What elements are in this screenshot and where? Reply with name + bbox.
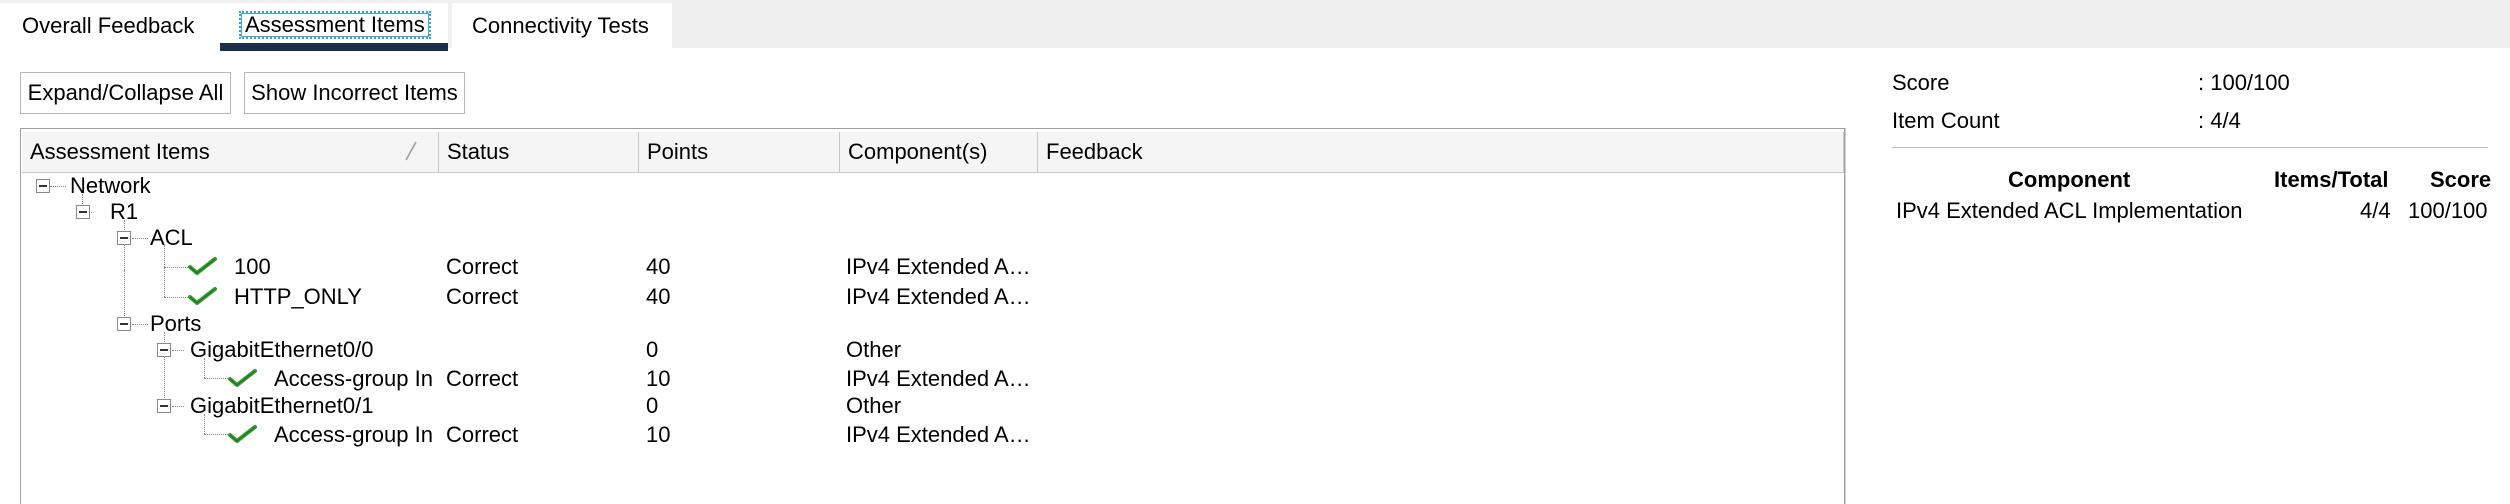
check-icon <box>228 425 257 443</box>
collapse-toggle-r1[interactable] <box>76 205 90 219</box>
collapse-toggle-ports[interactable] <box>117 317 131 331</box>
status-cell: Correct <box>446 254 519 279</box>
check-icon <box>228 369 257 387</box>
column-header-label: Feedback <box>1046 139 1143 164</box>
grid-header: Assessment Items Status Points Component… <box>22 132 1844 173</box>
component-cell: IPv4 Extended A… <box>846 422 1031 447</box>
tree-connector <box>172 350 184 351</box>
tree-connector <box>204 434 228 435</box>
column-header-components[interactable]: Component(s) <box>840 132 1038 172</box>
column-header-label: Points <box>647 139 709 164</box>
column-header-feedback[interactable]: Feedback <box>1038 132 1844 172</box>
tree-item-name[interactable]: Access-group In <box>274 422 433 448</box>
points-cell: 10 <box>646 366 671 391</box>
component-cell: Other <box>846 393 902 418</box>
sort-indicator-icon <box>405 141 417 161</box>
tree-connector <box>204 378 228 379</box>
item-count-label: Item Count <box>1892 108 2000 133</box>
tree-item-name[interactable]: 100 <box>234 254 271 280</box>
column-header-label: Component(s) <box>848 139 988 164</box>
collapse-toggle-gig01[interactable] <box>157 399 171 413</box>
summary-row-score: 100/100 <box>2408 198 2488 223</box>
tab-assessment-items[interactable]: Assessment Items <box>220 3 448 51</box>
item-count-value: : 4/4 <box>2198 108 2241 133</box>
tree-connector <box>50 186 66 187</box>
check-icon <box>188 257 217 275</box>
summary-header-items-total: Items/Total <box>2274 167 2389 192</box>
tree-connector <box>172 406 184 407</box>
component-cell: IPv4 Extended A… <box>846 284 1031 309</box>
component-cell: IPv4 Extended A… <box>846 366 1031 391</box>
tree-connector <box>132 238 148 239</box>
summary-header-score: Score <box>2430 167 2492 192</box>
points-cell: 0 <box>646 337 659 362</box>
summary-row-component: IPv4 Extended ACL Implementation <box>1896 198 2243 223</box>
points-cell: 10 <box>646 422 671 447</box>
points-cell: 0 <box>646 393 659 418</box>
column-header-label: Status <box>447 139 510 164</box>
tree-item-name[interactable]: R1 <box>110 199 138 225</box>
tree-connector <box>132 324 148 325</box>
collapse-toggle-network[interactable] <box>36 179 50 193</box>
tree-connector <box>164 245 165 297</box>
summary-header-component: Component <box>2008 167 2131 192</box>
component-cell: Other <box>846 337 902 362</box>
tree-item-name[interactable]: GigabitEthernet0/0 <box>190 337 373 363</box>
tree-connector <box>164 297 188 298</box>
expand-collapse-all-button[interactable]: Expand/Collapse All <box>20 72 231 114</box>
collapse-toggle-gig00[interactable] <box>157 343 171 357</box>
check-icon <box>188 287 217 305</box>
tree-item-name[interactable]: ACL <box>150 225 193 251</box>
summary-row-items: 4/4 <box>2360 198 2391 223</box>
status-cell: Correct <box>446 422 519 447</box>
score-value: : 100/100 <box>2198 70 2290 95</box>
score-label: Score <box>1892 70 1950 95</box>
tree-item-name[interactable]: Ports <box>150 311 201 337</box>
active-tab-indicator <box>220 43 448 51</box>
tree-connector <box>164 267 188 268</box>
tab-overall-feedback-label: Overall Feedback <box>22 13 195 38</box>
column-header-points[interactable]: Points <box>639 132 840 172</box>
status-cell: Correct <box>446 366 519 391</box>
component-cell: IPv4 Extended A… <box>846 254 1031 279</box>
tree-item-name[interactable]: HTTP_ONLY <box>234 284 362 310</box>
grid-right-edge <box>1845 128 1846 504</box>
tree-item-name[interactable]: Network <box>70 173 151 199</box>
tab-connectivity-tests-label: Connectivity Tests <box>472 13 649 38</box>
tree-item-name[interactable]: GigabitEthernet0/1 <box>190 393 373 419</box>
collapse-toggle-acl[interactable] <box>117 231 131 245</box>
status-cell: Correct <box>446 284 519 309</box>
column-header-assessment-items[interactable]: Assessment Items <box>22 132 439 172</box>
summary-divider <box>1892 147 2488 148</box>
points-cell: 40 <box>646 284 671 309</box>
tree-connector <box>124 270 125 324</box>
column-header-status[interactable]: Status <box>439 132 639 172</box>
tree-item-name[interactable]: Access-group In <box>274 366 433 392</box>
show-incorrect-items-button[interactable]: Show Incorrect Items <box>244 72 465 114</box>
tab-overall-feedback[interactable]: Overall Feedback <box>0 3 220 48</box>
points-cell: 40 <box>646 254 671 279</box>
tab-connectivity-tests[interactable]: Connectivity Tests <box>452 3 672 48</box>
tab-assessment-items-label: Assessment Items <box>239 11 431 39</box>
tree-connector <box>124 220 125 270</box>
column-header-label: Assessment Items <box>30 139 210 164</box>
